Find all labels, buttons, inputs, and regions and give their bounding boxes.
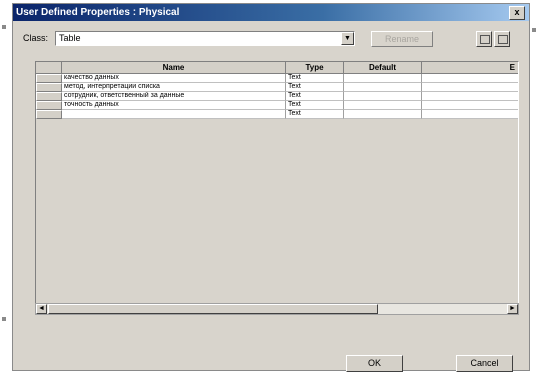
cell-default[interactable] (344, 110, 422, 119)
chevron-down-icon[interactable]: ▼ (341, 32, 354, 45)
cell-extra[interactable] (422, 101, 518, 110)
cell-type[interactable]: Text (286, 92, 344, 101)
rename-button[interactable]: Rename (371, 31, 433, 47)
row-header[interactable] (36, 83, 62, 92)
column-header-type[interactable]: Type (286, 62, 344, 74)
cell-extra[interactable] (422, 83, 518, 92)
scrollbar-thumb[interactable] (48, 304, 378, 314)
window-title: User Defined Properties : Physical (16, 7, 180, 18)
row-header[interactable] (36, 92, 62, 101)
cell-type[interactable]: Text (286, 83, 344, 92)
cell-extra[interactable] (422, 92, 518, 101)
cell-default[interactable] (344, 83, 422, 92)
cell-default[interactable] (344, 74, 422, 83)
window-icon (480, 35, 490, 44)
window-icon (498, 35, 508, 44)
cell-default[interactable] (344, 92, 422, 101)
window-toggle-button[interactable] (494, 31, 510, 47)
horizontal-scrollbar[interactable]: ◄ ► (35, 303, 519, 315)
window-edge-marker (2, 25, 6, 29)
class-select-value: Table (59, 33, 81, 43)
row-header[interactable] (36, 74, 62, 83)
column-header-e[interactable]: E (422, 62, 518, 74)
user-defined-properties-dialog: User Defined Properties : Physical x Cla… (12, 3, 530, 372)
cell-type[interactable]: Text (286, 101, 344, 110)
row-header[interactable] (36, 110, 62, 119)
cell-type[interactable]: Text (286, 110, 344, 119)
column-header-name[interactable]: Name (62, 62, 286, 74)
class-label: Class: (23, 33, 49, 43)
class-select[interactable]: Table ▼ (55, 31, 355, 46)
cell-name[interactable]: качество данных (62, 74, 286, 83)
grid-corner (36, 62, 62, 74)
cell-extra[interactable] (422, 74, 518, 83)
title-bar[interactable]: User Defined Properties : Physical x (13, 4, 529, 21)
cell-default[interactable] (344, 101, 422, 110)
window-toggle-button[interactable] (476, 31, 492, 47)
close-button[interactable]: x (509, 6, 525, 20)
cell-type[interactable]: Text (286, 74, 344, 83)
cell-extra[interactable] (422, 110, 518, 119)
cell-name[interactable]: сотрудник, ответственный за данные (62, 92, 286, 101)
properties-grid: Name Type Default E качество данных Text… (35, 61, 519, 314)
cell-name[interactable]: точность данных (62, 101, 286, 110)
scroll-right-icon[interactable]: ► (507, 304, 518, 314)
window-edge-marker (2, 317, 6, 321)
cell-name[interactable]: метод, интерпретации списка (62, 83, 286, 92)
column-header-default[interactable]: Default (344, 62, 422, 74)
ok-button[interactable]: OK (346, 355, 403, 372)
row-header[interactable] (36, 101, 62, 110)
cancel-button[interactable]: Cancel (456, 355, 513, 372)
scroll-left-icon[interactable]: ◄ (36, 304, 47, 314)
window-edge-marker (532, 28, 536, 32)
close-icon: x (514, 7, 520, 17)
cell-name[interactable] (62, 110, 286, 119)
